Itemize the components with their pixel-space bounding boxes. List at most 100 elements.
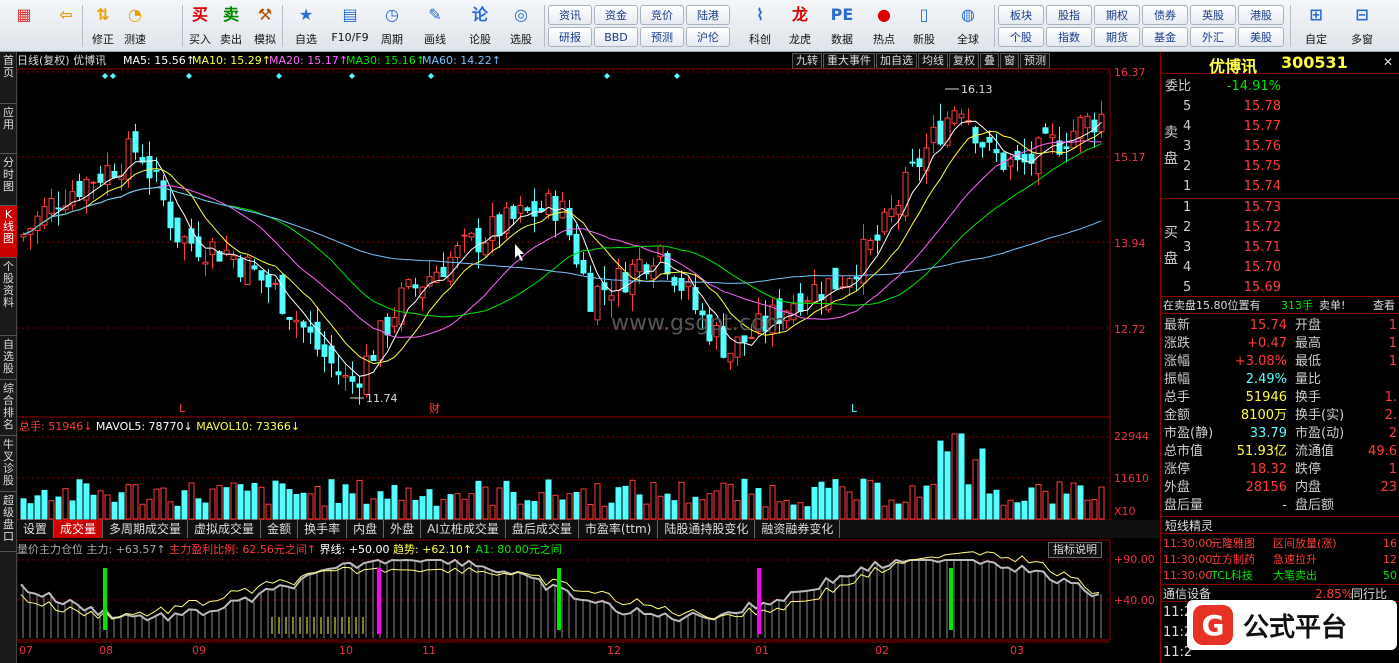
- jingling-row[interactable]: 11:30:00 TCL科技 大笔卖出 50: [1161, 568, 1399, 584]
- volume-bar: [636, 494, 643, 520]
- volume-bar: [76, 479, 83, 520]
- bid-row: 1 15.73: [1161, 199, 1399, 217]
- indicator-tab[interactable]: 外盘: [384, 520, 422, 538]
- quick-link-button[interactable]: 资金: [594, 5, 638, 25]
- volume-bar: [258, 486, 265, 520]
- market-link-button[interactable]: 板块: [998, 5, 1044, 25]
- market-link-button[interactable]: 英股: [1190, 5, 1236, 25]
- toolbar-star-box-button[interactable]: ★ 自选: [286, 2, 326, 50]
- toolbar-f10-button[interactable]: ▤ F10/F9: [328, 2, 372, 50]
- indicator-tab[interactable]: 融资融券变化: [755, 520, 841, 538]
- candle-body: [398, 287, 405, 325]
- toolbar-hot-button[interactable]: ● 热点: [864, 2, 904, 50]
- candle-body: [188, 228, 195, 244]
- candle-body: [286, 316, 293, 320]
- vtab-1[interactable]: 应用: [0, 104, 17, 154]
- jingling-row[interactable]: 11:30:00 立方制药 急速拉升 12: [1161, 552, 1399, 568]
- volume-bar: [349, 493, 356, 520]
- quick-link-button[interactable]: 预测: [640, 27, 684, 47]
- toolbar-hammer-button[interactable]: ⚒ 模拟: [248, 2, 282, 50]
- market-link-button[interactable]: 期货: [1094, 27, 1140, 47]
- vtab-2[interactable]: 分时图: [0, 154, 17, 206]
- quick-link-button[interactable]: 资讯: [548, 5, 592, 25]
- toolbar-custom-button[interactable]: ⊞ 自定: [1294, 2, 1338, 50]
- toolbar-back-arrow-button[interactable]: ⇦: [50, 2, 82, 50]
- indicator-tab[interactable]: 陆股通持股变化: [658, 520, 756, 538]
- market-link-button[interactable]: 个股: [998, 27, 1044, 47]
- toolbar-multiwindow-button[interactable]: ⊟ 多窗: [1340, 2, 1384, 50]
- buy-signal-bar: [557, 568, 561, 630]
- indicator-tab[interactable]: 换手率: [298, 520, 348, 538]
- candle-body: [370, 355, 377, 361]
- indicator-help-button[interactable]: 指标说明: [1048, 542, 1102, 558]
- toolbar-kechuang-button[interactable]: ⌇ 科创: [740, 2, 780, 50]
- indicator-tab[interactable]: 市盈率(ttm): [579, 520, 659, 538]
- quick-link-button[interactable]: BBD: [594, 27, 638, 47]
- vtab-0[interactable]: 首页: [0, 52, 17, 104]
- market-link-button[interactable]: 股指: [1046, 5, 1092, 25]
- market-link-button[interactable]: 债券: [1142, 5, 1188, 25]
- toolbar-grid-button[interactable]: ▦: [4, 2, 44, 50]
- quick-link-button[interactable]: 沪伦: [686, 27, 730, 47]
- order-notice-row[interactable]: 在卖盘15.80位置有 313手 卖单! 查看: [1161, 296, 1399, 314]
- indicator-tab[interactable]: AI立桩成交量: [421, 520, 506, 538]
- candle-body: [587, 272, 594, 312]
- volume-bar: [804, 506, 811, 520]
- candle-body: [174, 217, 181, 243]
- candle-body: [517, 204, 524, 214]
- candle-body: [937, 120, 944, 145]
- ask-price: 15.77: [1243, 119, 1281, 134]
- toolbar-pe-button[interactable]: PE 数据: [822, 2, 862, 50]
- toolbar-up-down-arrow-button[interactable]: ⇅ 修正: [88, 2, 118, 50]
- market-link-button[interactable]: 期权: [1094, 5, 1140, 25]
- candle-body: [531, 201, 538, 217]
- indicator-tab[interactable]: 设置: [17, 520, 55, 538]
- order-notice-more[interactable]: 查看: [1373, 297, 1395, 315]
- quote-value: 1: [1388, 318, 1397, 333]
- toolbar-globe-button[interactable]: ◍ 全球: [948, 2, 988, 50]
- toolbar-speed-button[interactable]: ◔ 测速: [118, 2, 152, 50]
- toolbar-buy-button[interactable]: 买买入: [186, 2, 214, 50]
- diamond-marker-icon: [674, 73, 680, 79]
- vtab-4[interactable]: 个股资料: [0, 258, 17, 336]
- volume-bar: [405, 487, 412, 520]
- indicator-tab[interactable]: 虚拟成交量: [188, 520, 262, 538]
- volume-bar: [412, 499, 419, 520]
- toolbar-discuss-button[interactable]: 论论股: [460, 2, 500, 50]
- indicator-tab[interactable]: 金额: [261, 520, 299, 538]
- quick-link-button[interactable]: 陆港: [686, 5, 730, 25]
- toolbar-dragon-button[interactable]: 龙龙虎: [780, 2, 820, 50]
- toolbar-sell-button[interactable]: 卖卖出: [216, 2, 246, 50]
- kline-chart-area[interactable]: 日线(复权) 优博讯 MA5: 15.56↑ MA10: 15.29↑ MA20…: [17, 52, 1160, 663]
- toolbar-magnify-chart-button[interactable]: ◎ 选股: [500, 2, 542, 50]
- market-link-button[interactable]: 外汇: [1190, 27, 1236, 47]
- bid-level: 3: [1183, 240, 1192, 255]
- diamond-marker-icon: [186, 73, 192, 79]
- jingling-row[interactable]: 11:30:00 元隆雅图 区间放量(涨) 16: [1161, 536, 1399, 552]
- candle-body: [230, 255, 237, 261]
- toolbar-clock-button[interactable]: ◷ 周期: [372, 2, 412, 50]
- jingling-title[interactable]: 短线精灵: [1161, 516, 1399, 534]
- indicator-tab[interactable]: 多周期成交量: [103, 520, 189, 538]
- ask-price: 15.74: [1243, 179, 1281, 194]
- candle-body: [223, 249, 230, 255]
- vtab-8[interactable]: 超级盘口: [0, 492, 17, 552]
- vtab-3[interactable]: K线图: [0, 206, 17, 258]
- vtab-6[interactable]: 综合排名: [0, 380, 17, 436]
- indicator-tab[interactable]: 内盘: [347, 520, 385, 538]
- market-link-button[interactable]: 指数: [1046, 27, 1092, 47]
- market-link-button[interactable]: 美股: [1238, 27, 1284, 47]
- vtab-5[interactable]: 自选股: [0, 336, 17, 380]
- quote-label: 市盈(动): [1295, 426, 1345, 441]
- indicator-tab[interactable]: 盘后成交量: [506, 520, 579, 538]
- market-link-button[interactable]: 港股: [1238, 5, 1284, 25]
- toolbar-pencil-button[interactable]: ✎ 画线: [414, 2, 456, 50]
- indicator-tab[interactable]: 成交量: [54, 520, 104, 538]
- toolbar-newstock-button[interactable]: ▯ 新股: [904, 2, 944, 50]
- quick-link-button[interactable]: 竞价: [640, 5, 684, 25]
- quick-link-button[interactable]: 研报: [548, 27, 592, 47]
- close-icon[interactable]: ✕: [1383, 55, 1393, 69]
- volume-bar: [811, 487, 818, 520]
- vtab-7[interactable]: 牛叉诊股: [0, 436, 17, 492]
- market-link-button[interactable]: 基金: [1142, 27, 1188, 47]
